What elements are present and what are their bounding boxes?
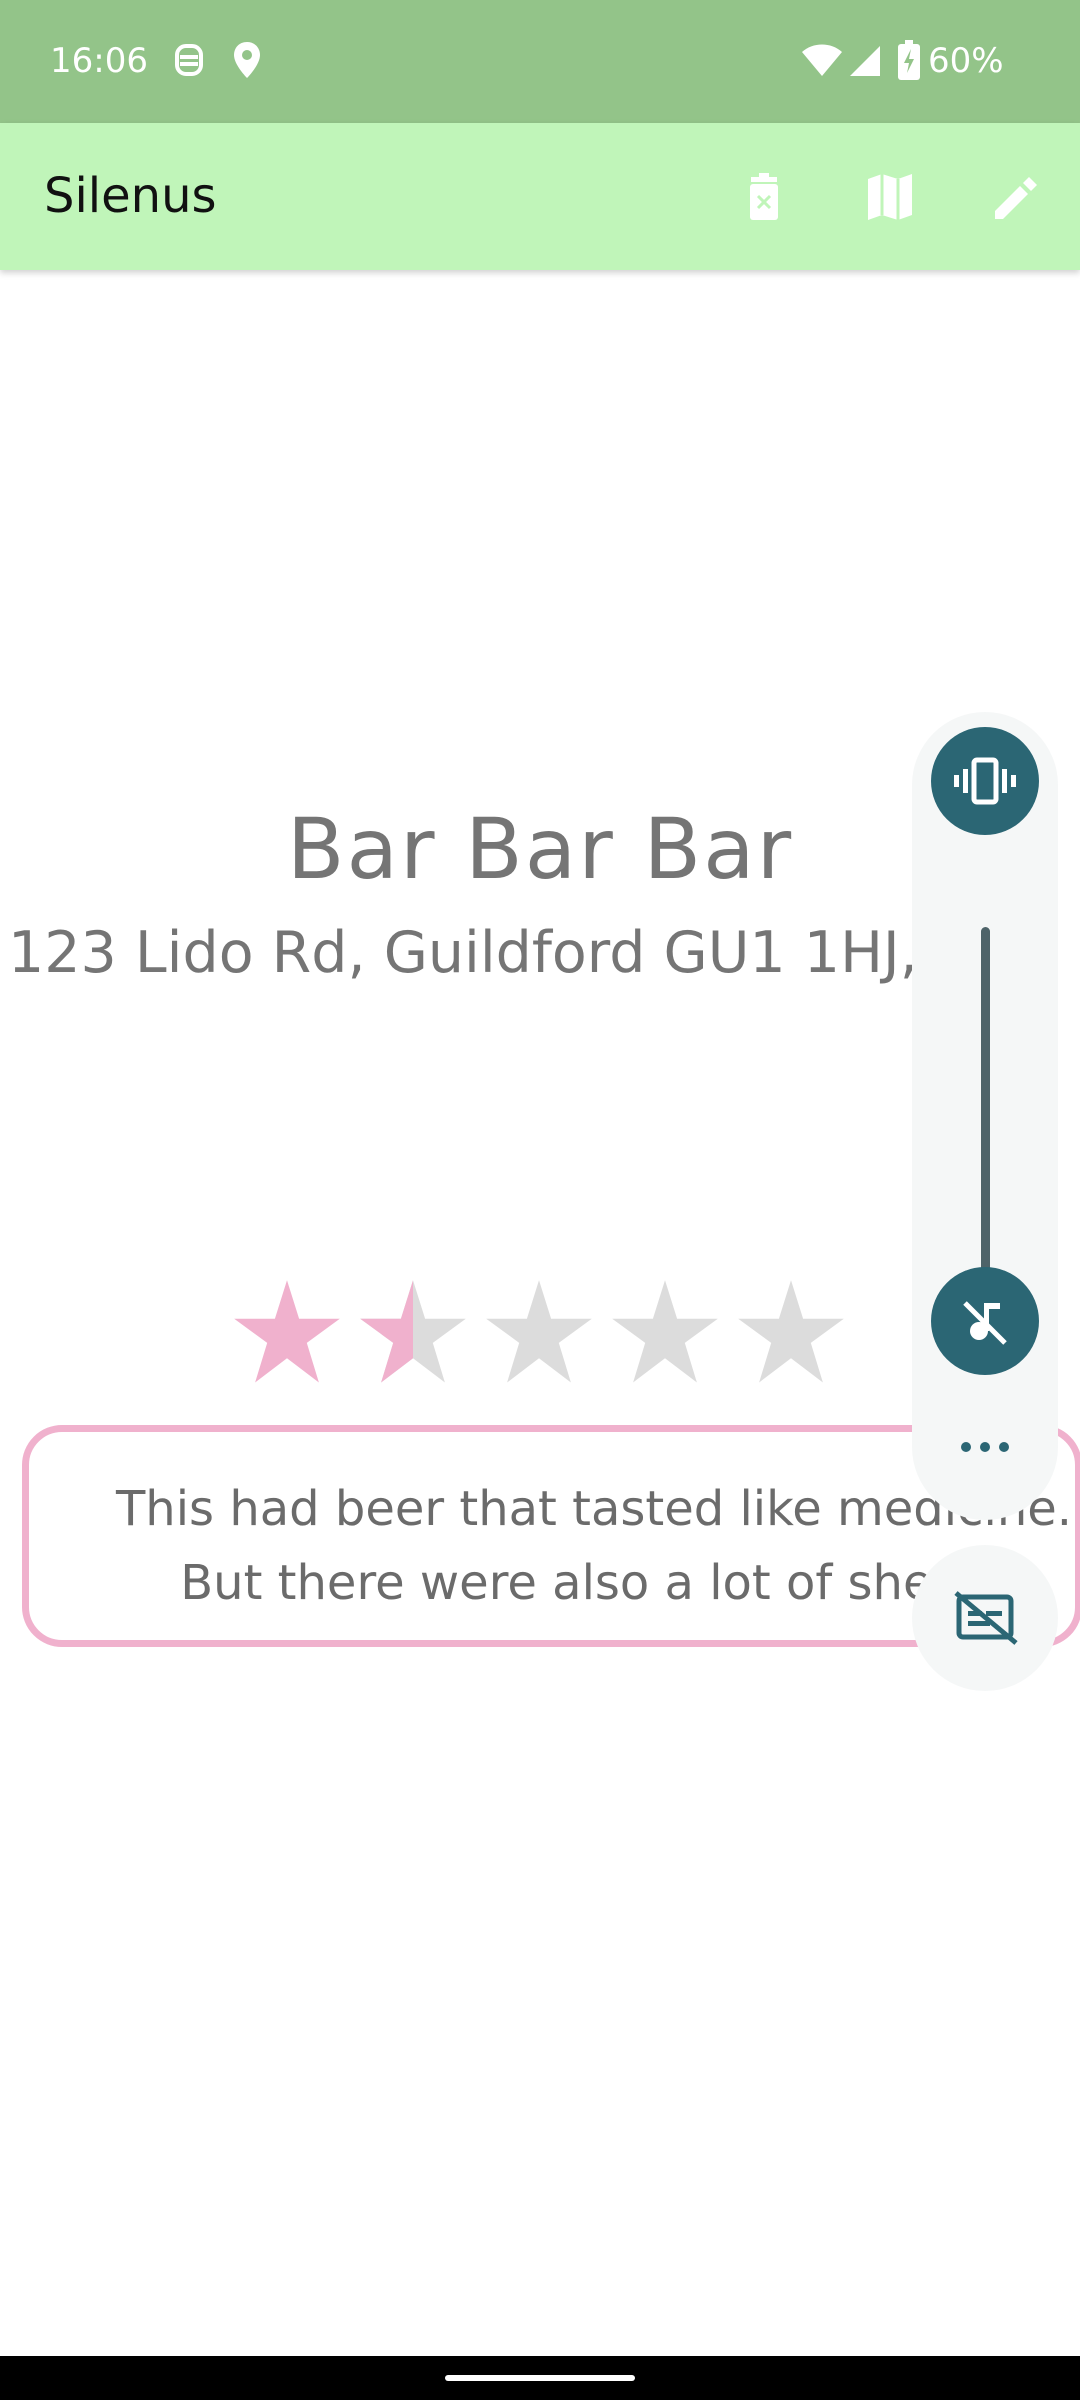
battery-charging-icon [898, 40, 920, 84]
map-icon[interactable] [860, 167, 920, 227]
wifi-icon [802, 42, 842, 82]
vibrate-icon [954, 757, 1016, 805]
volume-panel [912, 712, 1058, 1520]
app-title: Silenus [44, 168, 217, 224]
vibrate-button[interactable] [931, 727, 1039, 835]
star-1[interactable] [232, 1278, 342, 1388]
rating-stars[interactable] [232, 1278, 852, 1388]
star-2[interactable] [358, 1278, 468, 1388]
edit-icon[interactable] [986, 167, 1046, 227]
status-time: 16:06 [50, 41, 148, 81]
no-disturb-face-icon [174, 40, 204, 84]
more-dots-icon [961, 1442, 1009, 1452]
app-bar: Silenus [0, 123, 1080, 270]
star-5[interactable] [736, 1278, 846, 1388]
status-bar: 16:06 60% [0, 0, 1080, 123]
captions-button[interactable] [912, 1545, 1058, 1691]
captions-off-icon [954, 1591, 1018, 1645]
delete-icon[interactable] [734, 167, 794, 227]
volume-slider-track[interactable] [981, 927, 990, 1287]
music-muted-icon [963, 1301, 1007, 1345]
navigation-bar [0, 2356, 1080, 2400]
star-3[interactable] [484, 1278, 594, 1388]
battery-percentage: 60% [928, 41, 1004, 81]
cell-signal-icon [848, 44, 882, 82]
volume-slider-thumb[interactable] [931, 1267, 1039, 1375]
location-pin-icon [232, 40, 262, 84]
star-4[interactable] [610, 1278, 720, 1388]
home-gesture-handle[interactable] [445, 2375, 635, 2381]
volume-more-button[interactable] [956, 1432, 1014, 1462]
